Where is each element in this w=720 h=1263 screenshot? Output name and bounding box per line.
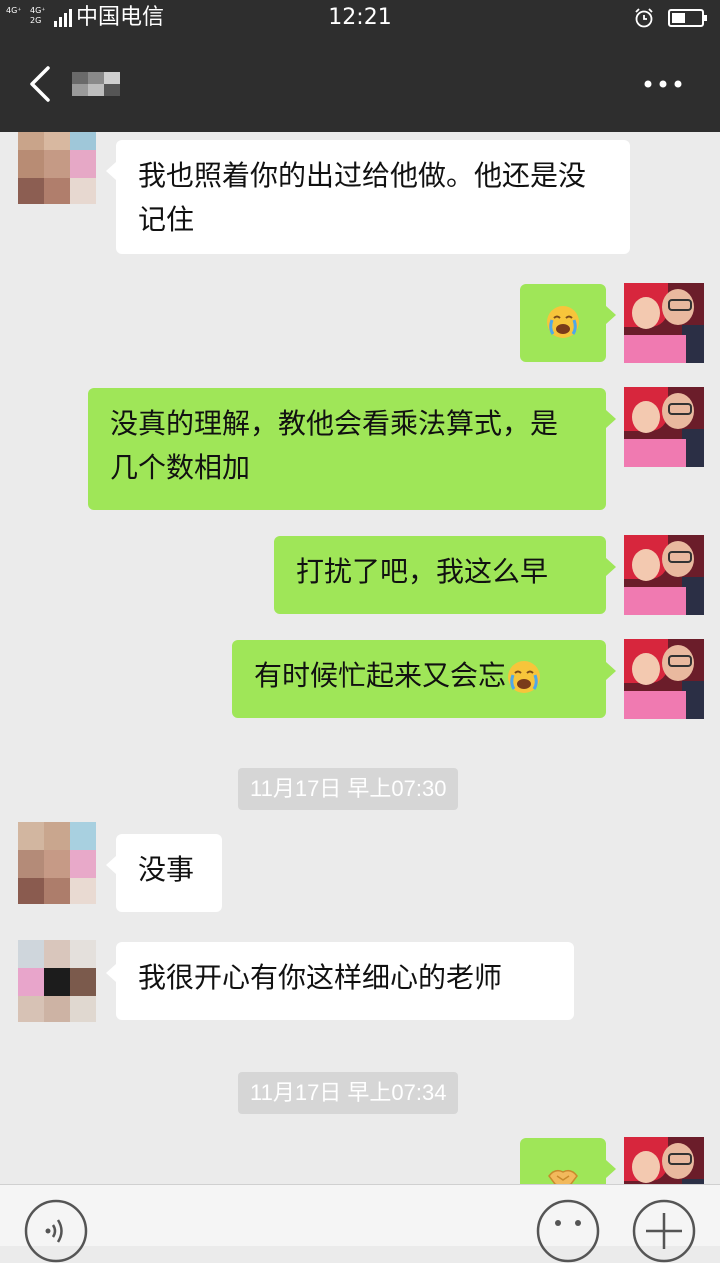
contact-avatar[interactable] [18, 132, 96, 204]
message-timestamp: 11月17日 早上07:34 [238, 1072, 459, 1114]
crying-face-emoji [547, 306, 579, 338]
message-text: 我也照着你的出过给他做。他还是没记住 [138, 159, 587, 236]
battery-icon [668, 9, 707, 27]
crying-face-emoji [508, 661, 541, 693]
contact-avatar[interactable] [18, 822, 96, 904]
incoming-message[interactable]: 我很开心有你这样细心的老师 [106, 942, 574, 1020]
outgoing-message[interactable] [520, 1138, 616, 1184]
plus-icon[interactable] [632, 1199, 696, 1263]
my-avatar[interactable] [624, 387, 704, 467]
my-avatar[interactable] [624, 283, 704, 363]
message-text: 打扰了吧，我这么早 [296, 555, 549, 588]
my-avatar[interactable] [624, 639, 704, 719]
outgoing-message[interactable]: 没真的理解，教他会看乘法算式，是几个数相加 [88, 388, 616, 510]
status-time: 12:21 [328, 5, 392, 30]
alarm-icon [635, 8, 653, 28]
emoji-icon[interactable] [536, 1199, 600, 1263]
status-bar: 4G⁺ 4G⁺ 2G 中国电信 12:21 [0, 0, 720, 36]
incoming-message[interactable]: 我也照着你的出过给他做。他还是没记住 [106, 140, 630, 254]
my-avatar[interactable] [624, 535, 704, 615]
input-bar [0, 1184, 720, 1263]
handshake-emoji [548, 1169, 578, 1184]
contact-name[interactable] [72, 72, 120, 96]
outgoing-message[interactable] [520, 284, 616, 362]
message-list[interactable]: 我也照着你的出过给他做。他还是没记住 没真的理解，教他会看乘法算式，是几个数相加… [0, 132, 720, 1184]
message-text: 我很开心有你这样细心的老师 [138, 961, 503, 994]
voice-icon[interactable] [24, 1199, 88, 1263]
outgoing-message[interactable]: 有时候忙起来又会忘 [232, 640, 616, 718]
my-avatar[interactable] [624, 1137, 704, 1184]
more-icon[interactable] [640, 76, 686, 92]
message-timestamp: 11月17日 早上07:30 [238, 768, 459, 810]
back-icon[interactable] [22, 64, 56, 104]
incoming-message[interactable]: 没事 [106, 834, 222, 912]
outgoing-message[interactable]: 打扰了吧，我这么早 [274, 536, 616, 614]
message-text: 没真的理解，教他会看乘法算式，是几个数相加 [110, 407, 559, 484]
message-text: 没事 [138, 853, 195, 886]
contact-avatar[interactable] [18, 940, 96, 1022]
chat-header [0, 36, 720, 132]
message-text: 有时候忙起来又会忘 [254, 659, 507, 692]
